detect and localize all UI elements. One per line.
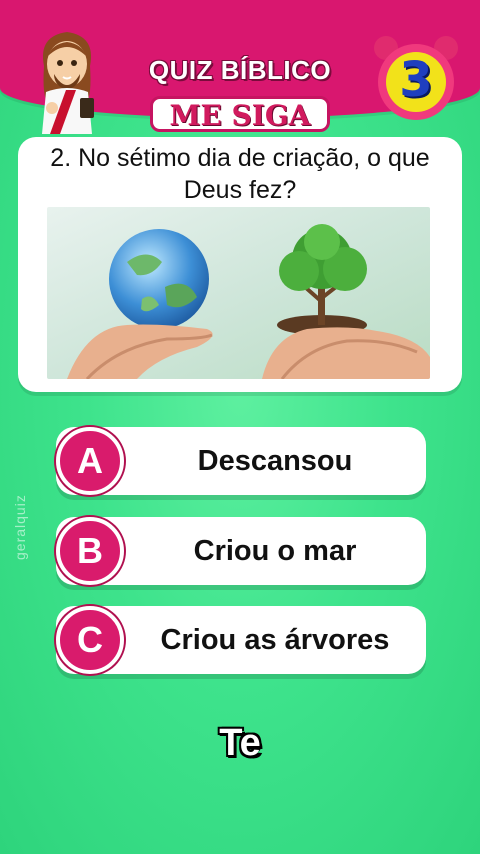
watermark: geralquiz [12,494,28,560]
question-card: 2. No sétimo dia de criação, o que Deus … [18,137,462,392]
question-text: 2. No sétimo dia de criação, o que Deus … [50,144,430,204]
quiz-title: QUIZ BÍBLICO [148,55,332,85]
option-letter-badge: C [56,606,124,674]
countdown-text: Te [219,722,261,764]
option-c[interactable]: C Criou as árvores [56,606,426,674]
option-label: Criou as árvores [160,624,390,656]
earth-and-tree-image [47,207,430,379]
jesus-avatar-icon [42,32,94,134]
option-letter-badge: B [56,517,124,585]
brand-banner: ME SIGA [150,96,330,132]
option-label: Descansou [197,445,353,477]
timer: 3 [372,34,460,122]
option-label: Criou o mar [193,535,357,567]
option-a[interactable]: A Descansou [56,427,426,495]
timer-value: 3 [399,52,433,108]
option-b[interactable]: B Criou o mar [56,517,426,585]
option-letter-badge: A [56,427,124,495]
